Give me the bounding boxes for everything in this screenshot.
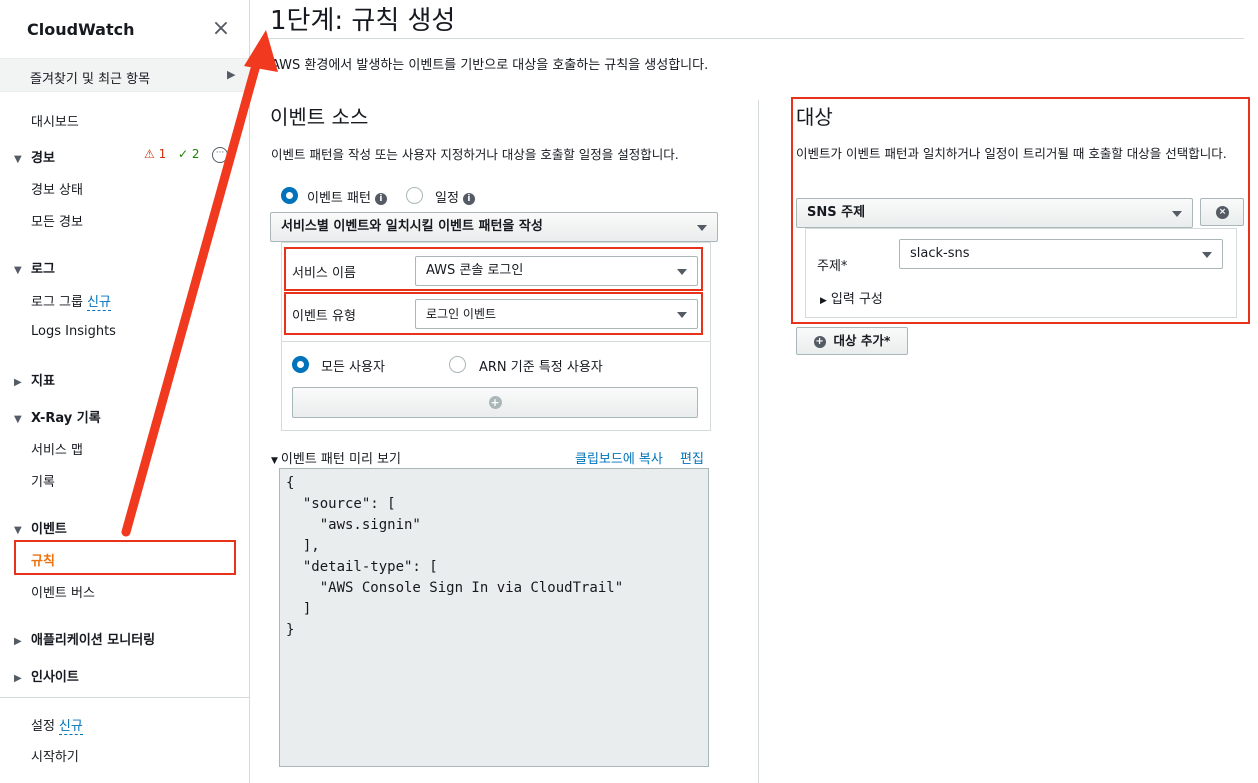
annotation-arrow [121,30,278,537]
